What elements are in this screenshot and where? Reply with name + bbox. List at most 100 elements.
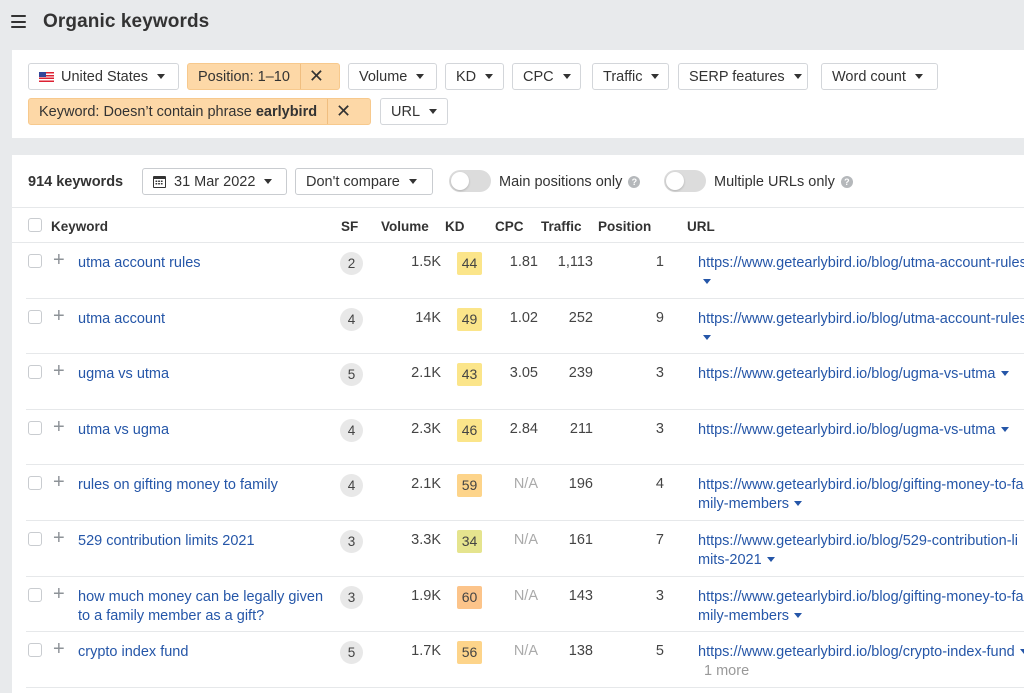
keyword-link[interactable]: rules on gifting money to family [78, 476, 328, 495]
column-header-sf[interactable]: SF [341, 219, 358, 234]
add-to-list-icon[interactable]: + [53, 528, 65, 548]
column-header-position[interactable]: Position [598, 219, 651, 234]
keyword-link[interactable]: utma account [78, 310, 328, 329]
url-link[interactable]: https://www.getearlybird.io/blog/ugma-vs… [698, 422, 995, 438]
kd-filter-dropdown[interactable]: KD [445, 63, 504, 90]
table-row: + how much money can be legally given to … [26, 577, 1024, 633]
row-checkbox[interactable] [28, 476, 42, 491]
table-row: + rules on gifting money to family 4 2.1K 59… [26, 465, 1024, 521]
serp-features-badge[interactable]: 4 [340, 474, 363, 498]
multiple-urls-toggle[interactable] [664, 170, 706, 192]
serp-features-badge[interactable]: 5 [340, 363, 363, 387]
page-title: Organic keywords [43, 11, 210, 32]
word-count-filter-dropdown[interactable]: Word count [821, 63, 938, 90]
chevron-down-icon [408, 179, 417, 184]
chevron-down-icon[interactable] [1001, 426, 1010, 432]
chevron-down-icon[interactable] [703, 334, 711, 340]
url-cell: https://www.getearlybird.io/blog/ugma-vs… [698, 421, 1024, 440]
row-checkbox[interactable] [28, 254, 42, 268]
url-link[interactable]: https://www.getearlybird.io/blog/ugma-vs… [698, 366, 995, 382]
kd-badge: 59 [457, 474, 482, 498]
hamburger-menu-icon[interactable] [11, 15, 26, 28]
main-positions-toggle[interactable] [449, 170, 491, 192]
url-link[interactable]: https://www.getearlybird.io/blog/utma-ac… [698, 311, 1024, 327]
cpc-filter-dropdown[interactable]: CPC [512, 63, 581, 90]
table-row: + utma account 4 14K 49 1.02 252 9 https://www.g… [26, 299, 1024, 355]
serp-features-badge[interactable]: 4 [340, 418, 363, 442]
keyword-filter[interactable]: Keyword: Doesn’t contain phrase earlybir… [28, 98, 371, 125]
table-header: Keyword SF Volume KD CPC Traffic Positio… [12, 208, 1024, 243]
column-header-traffic[interactable]: Traffic [541, 219, 582, 234]
chevron-down-icon[interactable] [1001, 371, 1010, 377]
add-to-list-icon[interactable]: + [53, 361, 65, 381]
keyword-link[interactable]: how much money can be legally given to a… [78, 588, 328, 626]
serp-features-filter-dropdown[interactable]: SERP features [678, 63, 808, 90]
row-checkbox[interactable] [28, 643, 42, 658]
url-link[interactable]: https://www.getearlybird.io/blog/crypto-… [698, 644, 1015, 660]
chevron-down-icon [264, 179, 273, 184]
column-header-volume[interactable]: Volume [381, 219, 429, 234]
serp-features-badge[interactable]: 4 [340, 307, 363, 331]
chevron-down-icon [793, 74, 802, 79]
add-to-list-icon[interactable]: + [53, 472, 65, 492]
keyword-link[interactable]: utma vs ugma [78, 421, 328, 440]
add-to-list-icon[interactable]: + [53, 417, 65, 437]
keyword-count: 914 keywords [28, 174, 124, 190]
volume-filter-dropdown[interactable]: Volume [348, 63, 437, 90]
volume-value: 1.9K [411, 587, 441, 604]
position-filter-label: Position: 1–10 [198, 68, 290, 85]
help-icon[interactable]: ? [628, 176, 641, 188]
url-link[interactable]: https://www.getearlybird.io/blog/gifting… [698, 477, 1024, 512]
compare-dropdown[interactable]: Don't compare [295, 168, 433, 195]
more-urls-link[interactable]: 1 more [704, 663, 749, 679]
chevron-down-icon[interactable] [703, 279, 711, 284]
column-header-cpc[interactable]: CPC [495, 219, 524, 234]
url-filter-dropdown[interactable]: URL [380, 98, 448, 125]
chevron-down-icon[interactable] [1019, 649, 1024, 655]
column-header-keyword[interactable]: Keyword [51, 219, 108, 234]
serp-features-badge[interactable]: 5 [340, 641, 363, 665]
url-link[interactable]: https://www.getearlybird.io/blog/gifting… [698, 589, 1024, 624]
column-header-kd[interactable]: KD [445, 219, 465, 234]
volume-value: 2.3K [411, 420, 441, 437]
row-checkbox[interactable] [28, 365, 42, 380]
keyword-link[interactable]: crypto index fund [78, 643, 328, 662]
chevron-down-icon[interactable] [794, 501, 803, 507]
serp-features-badge[interactable]: 3 [340, 585, 363, 609]
close-icon[interactable]: ✕ [327, 99, 359, 124]
position-filter[interactable]: Position: 1–10 ✕ [187, 63, 340, 90]
kd-badge: 34 [457, 530, 482, 553]
row-checkbox[interactable] [28, 420, 42, 435]
add-to-list-icon[interactable]: + [53, 584, 65, 604]
chevron-down-icon[interactable] [766, 557, 775, 562]
help-icon[interactable]: ? [840, 176, 853, 188]
add-to-list-icon[interactable]: + [53, 639, 65, 659]
url-cell: https://www.getearlybird.io/blog/utma-ac… [698, 254, 1024, 292]
keyword-link[interactable]: ugma vs utma [78, 365, 328, 384]
column-header-url[interactable]: URL [687, 219, 715, 234]
multiple-urls-label: Multiple URLs only? [714, 174, 853, 190]
chevron-down-icon [429, 109, 438, 114]
keyword-link[interactable]: utma account rules [78, 254, 328, 273]
serp-features-badge[interactable]: 3 [340, 530, 363, 553]
traffic-value: 1,113 [557, 254, 593, 270]
add-to-list-icon[interactable]: + [53, 306, 65, 326]
url-link[interactable]: https://www.getearlybird.io/blog/utma-ac… [698, 255, 1024, 271]
close-icon[interactable]: ✕ [299, 64, 332, 89]
row-checkbox[interactable] [28, 532, 42, 546]
add-to-list-icon[interactable]: + [53, 250, 65, 270]
country-filter-dropdown[interactable]: United States [28, 63, 179, 90]
row-checkbox[interactable] [28, 587, 42, 602]
date-picker[interactable]: 31 Mar 2022 [142, 168, 287, 195]
row-checkbox[interactable] [28, 309, 42, 324]
traffic-value: 196 [568, 476, 593, 493]
chevron-down-icon[interactable] [794, 612, 803, 618]
keyword-link[interactable]: 529 contribution limits 2021 [78, 532, 328, 551]
date-label: 31 Mar 2022 [174, 173, 256, 190]
cpc-value: 1.02 [509, 309, 538, 326]
traffic-filter-dropdown[interactable]: Traffic [592, 63, 669, 90]
volume-value: 2.1K [411, 476, 441, 493]
url-link[interactable]: https://www.getearlybird.io/blog/529-con… [698, 533, 1018, 568]
select-all-checkbox[interactable] [28, 218, 42, 232]
serp-features-badge[interactable]: 2 [340, 252, 363, 275]
